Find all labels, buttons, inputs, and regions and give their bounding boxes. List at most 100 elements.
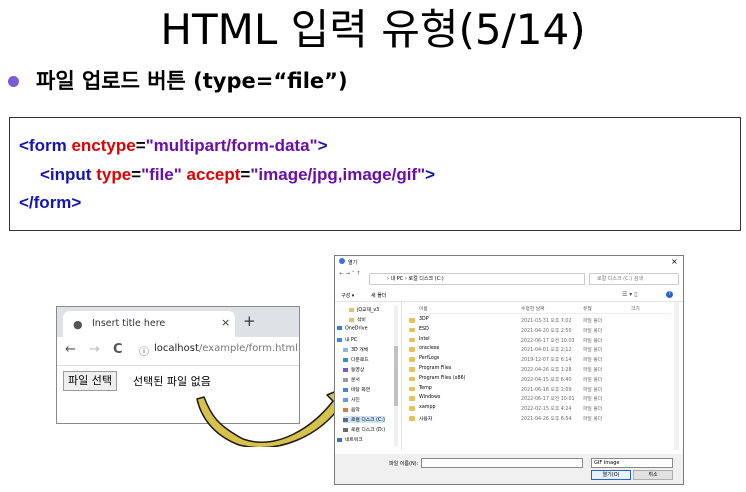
nav-item[interactable]: 네트워크 xyxy=(337,436,363,443)
folder-icon xyxy=(343,387,348,392)
nav-item-label: 다운로드 xyxy=(351,358,369,363)
nav-item[interactable]: OneDrive xyxy=(337,326,368,332)
dialog-app-icon xyxy=(339,258,345,264)
file-row[interactable]: Program Files (x86) 2022-04-15 오후 6:40 파일 … xyxy=(409,376,671,383)
back-icon[interactable]: ← xyxy=(65,342,76,358)
file-type: 파일 폴더 xyxy=(583,358,603,364)
filename-input[interactable] xyxy=(421,458,583,468)
nav-item[interactable]: 사진 xyxy=(343,396,360,403)
help-icon[interactable]: ? xyxy=(666,291,673,298)
file-date: 2021-04-20 오후 2:50 xyxy=(521,328,572,334)
column-name[interactable]: 이름 xyxy=(419,305,428,312)
code-eq: = xyxy=(240,165,251,184)
nav-item[interactable]: 음악 xyxy=(343,406,360,413)
file-row[interactable]: Temp 2021-06-18 오후 2:09 파일 폴더 xyxy=(409,386,671,393)
file-row[interactable]: 사용자 2021-04-26 오후 6:54 파일 폴더 xyxy=(409,415,671,422)
code-attr: accept xyxy=(186,165,241,184)
file-name: PerfLogs xyxy=(419,356,440,362)
file-row[interactable]: 3DP 2021-03-31 오후 7:02 파일 폴더 xyxy=(409,317,671,324)
code-value: "file" xyxy=(141,165,182,184)
folder-icon xyxy=(409,327,415,333)
code-box: <form enctype="multipart/form-data"> <in… xyxy=(9,117,741,231)
nav-item-label: OneDrive xyxy=(345,326,368,332)
folder-icon xyxy=(343,377,348,382)
filename-label: 파일 이름(N): xyxy=(389,461,419,467)
file-row[interactable]: PerfLogs 2019-12-07 오후 6:14 파일 폴더 xyxy=(409,356,671,363)
folder-icon xyxy=(409,337,415,343)
code-line-1: <form enctype="multipart/form-data"> xyxy=(19,135,328,157)
nav-item-label: 내 PC xyxy=(345,338,358,343)
cancel-button[interactable]: 취소 xyxy=(633,470,673,480)
nav-item-label: 로컬 디스크 (C:) xyxy=(351,418,385,423)
file-name: Windows xyxy=(419,395,441,401)
folder-icon xyxy=(409,416,415,421)
folder-icon xyxy=(337,437,342,442)
code-value: "image/jpg,image/gif" xyxy=(250,165,426,184)
forward-icon[interactable]: → xyxy=(89,342,100,358)
file-type: 파일 폴더 xyxy=(583,407,603,413)
nav-item[interactable]: 로컬 디스크 (D:) xyxy=(343,426,385,433)
folder-icon xyxy=(343,357,348,362)
code-value: "multipart/form-data" xyxy=(145,136,318,155)
file-date: 2022-04-15 오후 6:40 xyxy=(521,377,572,383)
file-date: 2022-06-17 오전 10:01 xyxy=(521,397,575,403)
file-row[interactable]: xampp 2022-02-15 오후 4:24 파일 폴더 xyxy=(409,405,671,412)
code-eq: = xyxy=(135,136,146,155)
url-path: /example/form.html xyxy=(198,343,298,354)
file-row[interactable]: ESD 2021-04-20 오후 2:50 파일 폴더 xyxy=(409,327,671,334)
file-row[interactable]: Intel 2022-06-17 오전 10:03 파일 폴더 xyxy=(409,337,671,344)
address-bar[interactable]: localhost/example/form.html xyxy=(154,343,298,354)
nav-item-label: 로컬 디스크 (D:) xyxy=(351,428,386,433)
nav-item-label: 3D 개체 xyxy=(351,348,369,353)
column-type[interactable]: 유형 xyxy=(583,305,592,312)
reload-icon[interactable]: C xyxy=(113,342,123,358)
view-options-icon[interactable]: ☰ ▾ ▯ xyxy=(622,291,638,298)
bullet-dot xyxy=(8,76,19,87)
file-name: 3DP xyxy=(419,317,429,322)
nav-item[interactable]: 동영상 xyxy=(343,366,364,373)
folder-icon xyxy=(409,357,415,362)
code-tag: <input xyxy=(40,165,97,184)
dialog-path: › 내 PC › 로컬 디스크 (C:) xyxy=(387,276,444,282)
nav-item[interactable]: 바탕 화면 xyxy=(343,386,370,393)
nav-item[interactable]: 다운로드 xyxy=(343,356,369,363)
file-name: 사용자 xyxy=(419,417,433,422)
file-row[interactable]: Program Files 2022-04-26 오후 1:28 파일 폴더 xyxy=(409,366,671,373)
new-tab-icon[interactable]: + xyxy=(243,312,256,330)
close-tab-icon[interactable]: × xyxy=(221,316,230,329)
nav-item[interactable]: 내 PC xyxy=(337,336,357,343)
column-size[interactable]: 크기 xyxy=(631,305,640,312)
new-folder-button[interactable]: 새 폴더 xyxy=(371,292,386,299)
open-button[interactable]: 열기(O) xyxy=(591,470,631,480)
dialog-close-icon[interactable]: × xyxy=(671,257,678,266)
file-date: 2022-06-17 오전 10:03 xyxy=(521,338,575,344)
file-date: 2019-12-07 오후 6:14 xyxy=(521,358,572,364)
folder-icon xyxy=(343,347,348,352)
file-select-button[interactable]: 파일 선택 xyxy=(63,371,117,391)
file-row[interactable]: oraclexe 2021-04-01 오후 2:12 파일 폴더 xyxy=(409,346,671,353)
nav-item[interactable]: 문서 xyxy=(343,376,360,383)
globe-icon: ● xyxy=(73,318,83,331)
info-icon[interactable]: ⓘ xyxy=(139,343,149,358)
code-close: > xyxy=(425,165,436,184)
browser-tab[interactable]: ● Insert title here × xyxy=(63,311,235,337)
nav-item[interactable]: 석비 xyxy=(349,316,366,323)
organize-button[interactable]: 구성 ▾ xyxy=(341,292,354,299)
folder-icon xyxy=(409,347,415,352)
nav-scroll-thumb[interactable] xyxy=(394,346,398,406)
nav-item[interactable]: 로컬 디스크 (C:) xyxy=(343,416,385,423)
file-row[interactable]: Windows 2022-06-17 오전 10:01 파일 폴더 xyxy=(409,395,671,402)
nav-item-label: 석비 xyxy=(357,318,366,323)
file-name: Intel xyxy=(419,336,430,342)
file-list-scrollbar[interactable] xyxy=(674,302,679,450)
column-date[interactable]: 수정한 날짜 xyxy=(521,305,545,312)
folder-icon xyxy=(343,427,348,432)
folder-icon xyxy=(337,326,342,330)
folder-icon xyxy=(409,386,415,392)
dialog-nav-arrows[interactable]: ← → ˅ ↑ xyxy=(339,271,361,277)
file-name: ESD xyxy=(419,326,429,332)
nav-item[interactable]: 3D 개체 xyxy=(343,346,368,353)
bullet-text: 파일 업로드 버튼 (type=“file”) xyxy=(36,69,348,93)
code-attr: enctype xyxy=(71,136,136,155)
nav-item[interactable]: jQ교재_v3 xyxy=(349,306,379,313)
